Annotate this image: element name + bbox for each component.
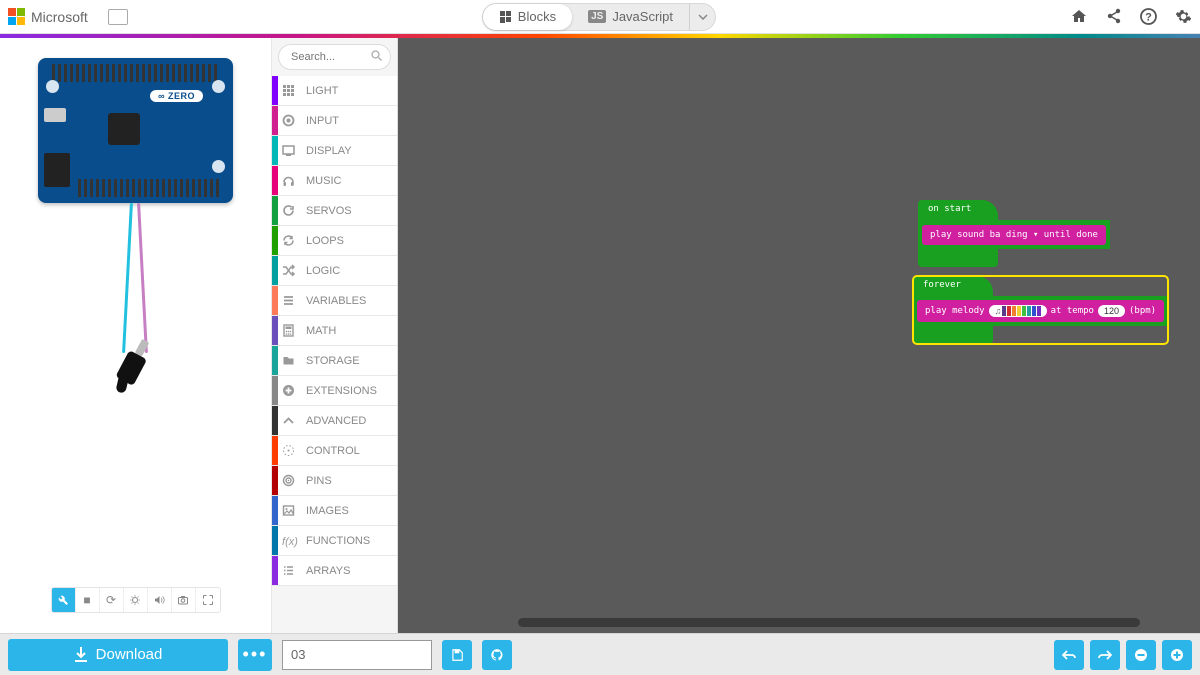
headphones-icon <box>282 174 298 187</box>
folder-icon <box>282 354 298 367</box>
gear-icon[interactable] <box>1175 8 1192 25</box>
language-dropdown[interactable] <box>689 4 715 30</box>
main-area: ∞ ZERO ■ ⟳ LIG <box>0 38 1200 633</box>
undo-button[interactable] <box>1054 640 1084 670</box>
sim-stop-button[interactable]: ■ <box>76 588 100 612</box>
category-input[interactable]: INPUT <box>272 106 397 136</box>
category-light[interactable]: LIGHT <box>272 76 397 106</box>
blocks-icon <box>499 10 512 23</box>
dot-icon <box>282 114 298 127</box>
sim-fullscreen-button[interactable] <box>196 588 220 612</box>
javascript-tab[interactable]: JS JavaScript <box>572 4 689 30</box>
category-control[interactable]: CONTROL <box>272 436 397 466</box>
display-icon <box>282 144 298 157</box>
project-name-input[interactable] <box>282 640 432 670</box>
home-icon[interactable] <box>1070 8 1088 25</box>
list-icon <box>282 564 298 577</box>
shuffle-icon <box>282 264 298 277</box>
sim-restart-button[interactable]: ⟳ <box>100 588 124 612</box>
zoom-out-button[interactable] <box>1126 640 1156 670</box>
block-forever[interactable]: foreverplay melody ♫ at tempo 120 (bpm) <box>913 276 1168 344</box>
js-icon: JS <box>588 10 606 23</box>
plus-icon <box>282 384 298 397</box>
dots-icon <box>282 444 298 457</box>
header-bar: Microsoft Blocks JS JavaScript ? <box>0 0 1200 34</box>
toolbox-search <box>278 44 391 70</box>
target-badge-icon[interactable] <box>108 9 128 25</box>
redo-button[interactable] <box>1090 640 1120 670</box>
simulator-panel: ∞ ZERO ■ ⟳ <box>0 38 272 633</box>
category-servos[interactable]: SERVOS <box>272 196 397 226</box>
toolbox-panel: LIGHTINPUTDISPLAYMUSICSERVOSLOOPSLOGICVA… <box>272 38 398 633</box>
audio-jack-icon <box>111 334 157 388</box>
microsoft-logo: Microsoft <box>8 8 88 25</box>
category-arrays[interactable]: ARRAYS <box>272 556 397 586</box>
sim-wrench-button[interactable] <box>52 588 76 612</box>
category-extensions[interactable]: EXTENSIONS <box>272 376 397 406</box>
wire-diagram <box>36 203 236 378</box>
category-music[interactable]: MUSIC <box>272 166 397 196</box>
calc-icon <box>282 324 298 337</box>
grid-icon <box>282 84 298 97</box>
help-icon[interactable]: ? <box>1140 8 1157 25</box>
sim-snapshot-button[interactable] <box>172 588 196 612</box>
simulator-toolbar: ■ ⟳ <box>51 587 221 613</box>
category-logic[interactable]: LOGIC <box>272 256 397 286</box>
category-images[interactable]: IMAGES <box>272 496 397 526</box>
zoom-in-button[interactable] <box>1162 640 1192 670</box>
fx-icon: f(x) <box>282 534 298 548</box>
view-toggle: Blocks JS JavaScript <box>482 3 716 31</box>
category-loops[interactable]: LOOPS <box>272 226 397 256</box>
header-actions: ? <box>1070 8 1192 25</box>
sim-debug-button[interactable] <box>124 588 148 612</box>
board-simulator[interactable]: ∞ ZERO <box>38 58 233 203</box>
loop-icon <box>282 234 298 247</box>
category-math[interactable]: MATH <box>272 316 397 346</box>
save-button[interactable] <box>442 640 472 670</box>
download-more-button[interactable]: ••• <box>238 639 272 671</box>
category-storage[interactable]: STORAGE <box>272 346 397 376</box>
svg-text:?: ? <box>1145 12 1152 24</box>
category-advanced[interactable]: ADVANCED <box>272 406 397 436</box>
workspace-scrollbar[interactable] <box>518 618 1140 627</box>
blocks-tab[interactable]: Blocks <box>483 4 572 30</box>
category-pins[interactable]: PINS <box>272 466 397 496</box>
github-button[interactable] <box>482 640 512 670</box>
chevron-down-icon <box>698 14 708 20</box>
lines-icon <box>282 294 298 307</box>
category-variables[interactable]: VARIABLES <box>272 286 397 316</box>
block-on-start[interactable]: on startplay sound ba ding ▾ until done <box>918 200 1110 267</box>
download-icon <box>74 647 88 663</box>
category-functions[interactable]: f(x)FUNCTIONS <box>272 526 397 556</box>
download-button[interactable]: Download <box>8 639 228 671</box>
share-icon[interactable] <box>1106 8 1122 25</box>
ms-squares-icon <box>8 8 25 25</box>
search-icon <box>371 50 382 61</box>
target-icon <box>282 474 298 487</box>
category-display[interactable]: DISPLAY <box>272 136 397 166</box>
footer-bar: Download ••• <box>0 633 1200 675</box>
image-icon <box>282 504 298 517</box>
sim-audio-button[interactable] <box>148 588 172 612</box>
refresh-icon <box>282 204 298 217</box>
brand-text: Microsoft <box>31 9 88 25</box>
caret-up-icon <box>282 416 298 425</box>
blocks-workspace[interactable]: on startplay sound ba ding ▾ until done f… <box>398 38 1200 633</box>
